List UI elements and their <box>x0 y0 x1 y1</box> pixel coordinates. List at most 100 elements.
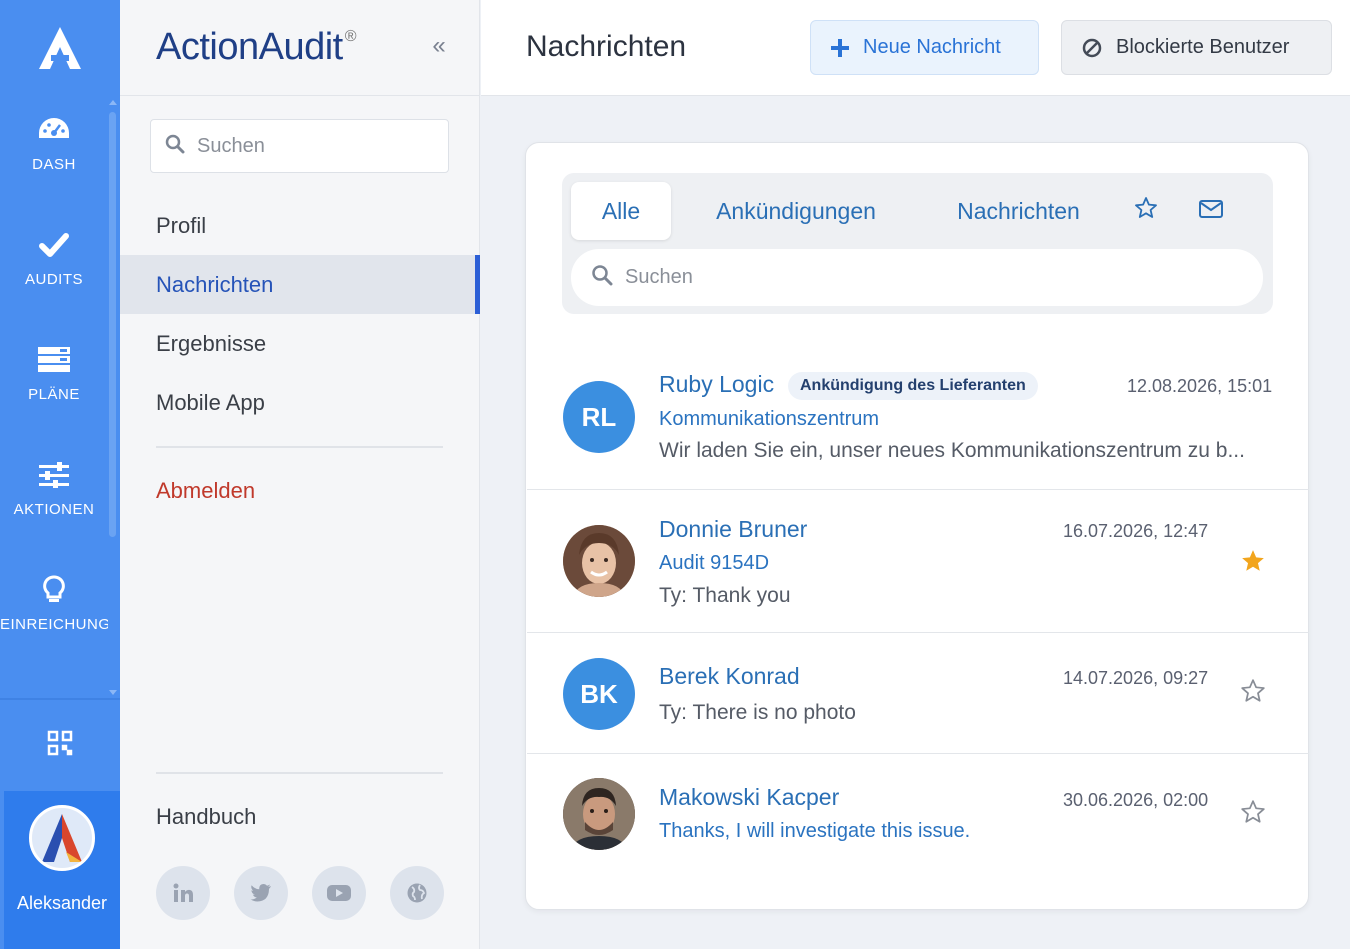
message-row[interactable]: Donnie Bruner 16.07.2026, 12:47 Audit 91… <box>527 490 1309 633</box>
rail-scrollbar[interactable] <box>107 100 119 695</box>
sidebar-nav: Profil Nachrichten Ergebnisse Mobile App <box>120 196 480 432</box>
avatar: BK <box>563 658 635 730</box>
message-sender: Ruby Logic <box>659 371 775 397</box>
sliders-icon <box>36 457 72 493</box>
rail-item-label: AKTIONEN <box>13 501 95 518</box>
message-preview: Wir laden Sie ein, unser neues Kommunika… <box>659 439 1245 462</box>
user-menu[interactable]: Aleksander <box>4 791 120 949</box>
blocked-users-label: Blockierte Benutzer <box>1116 36 1290 58</box>
rail-item-actions[interactable]: AKTIONEN <box>0 430 108 545</box>
sidebar-item-label: Profil <box>156 212 207 238</box>
icon-rail: DASH AUDITS PLÄNE AKTIONEN EINREICHUNG A… <box>0 0 120 949</box>
linkedin-icon[interactable] <box>156 866 210 920</box>
message-row[interactable]: BK Berek Konrad 14.07.2026, 09:27 Ty: Th… <box>527 633 1309 754</box>
message-tabs: Alle Ankündigungen Nachrichten <box>571 182 1246 240</box>
new-message-label: Neue Nachricht <box>863 36 1001 58</box>
rail-item-label: EINREICHUNG <box>0 616 108 633</box>
brand-mark: ® <box>344 28 357 45</box>
sidebar-item-label: Nachrichten <box>156 271 274 297</box>
tab-messages[interactable]: Nachrichten <box>921 182 1116 240</box>
rail-item-plans[interactable]: PLÄNE <box>0 315 108 430</box>
avatar <box>29 805 95 871</box>
message-row[interactable]: Makowski Kacper 30.06.2026, 02:00 Thanks… <box>527 754 1309 879</box>
sidebar-item-label: Mobile App <box>156 389 265 415</box>
lightbulb-icon <box>36 572 72 608</box>
rail-item-audits[interactable]: AUDITS <box>0 200 108 315</box>
sidebar-search-input[interactable] <box>197 134 427 158</box>
message-date: 12.08.2026, 15:01 <box>1127 376 1273 396</box>
star-button[interactable] <box>1240 799 1266 830</box>
search-icon <box>165 134 185 159</box>
search-icon <box>591 264 613 291</box>
tab-starred[interactable] <box>1116 182 1176 240</box>
sidebar-item-nachrichten[interactable]: Nachrichten <box>120 255 480 314</box>
star-outline-icon <box>1240 799 1266 830</box>
message-sender: Donnie Bruner <box>659 516 808 542</box>
message-subject: Thanks, I will investigate this issue. <box>659 820 971 842</box>
tab-unread[interactable] <box>1176 182 1246 240</box>
check-icon <box>36 227 72 263</box>
block-icon <box>1082 38 1102 58</box>
sidebar-item-label: Ergebnisse <box>156 330 267 356</box>
message-date: 16.07.2026, 12:47 <box>1063 521 1209 541</box>
scrollbar-thumb[interactable] <box>109 112 116 537</box>
message-subject: Audit 9154D <box>659 552 770 574</box>
rail-item-dash[interactable]: DASH <box>0 85 108 200</box>
scroll-down-icon[interactable] <box>109 690 117 695</box>
star-filled-icon[interactable] <box>1240 548 1266 574</box>
star-button[interactable] <box>1240 678 1266 709</box>
page-header: Nachrichten Neue Nachricht Blockierte Be… <box>481 0 1350 96</box>
brand-logo[interactable]: ActionAudit ® <box>156 26 357 69</box>
message-preview: Ty: Thank you <box>659 584 791 607</box>
qr-code-icon <box>47 730 73 761</box>
messages-card: Alle Ankündigungen Nachrichten RL Ruby <box>525 142 1309 910</box>
twitter-icon[interactable] <box>234 866 288 920</box>
plans-icon <box>36 342 72 378</box>
sidebar-divider <box>156 772 443 774</box>
page-title: Nachrichten <box>526 30 687 63</box>
tab-announcements[interactable]: Ankündigungen <box>671 182 921 240</box>
envelope-icon <box>1198 198 1224 225</box>
sidebar-item-profil[interactable]: Profil <box>120 196 480 255</box>
star-outline-icon <box>1134 196 1158 226</box>
message-sender: Berek Konrad <box>659 663 800 689</box>
scroll-up-icon[interactable] <box>109 100 117 105</box>
message-preview: Ty: There is no photo <box>659 701 856 724</box>
avatar <box>563 525 635 597</box>
brand-name: ActionAudit <box>156 26 343 68</box>
logout-link[interactable]: Abmelden <box>156 478 255 504</box>
secondary-sidebar: ActionAudit® « Profil Nachrichten Ergebn… <box>120 0 480 949</box>
dashboard-icon <box>36 112 72 148</box>
message-search-input[interactable] <box>625 266 1225 289</box>
qr-code-button[interactable] <box>0 700 120 790</box>
double-chevron-left-icon: « <box>432 32 446 59</box>
avatar: RL <box>563 381 635 453</box>
rail-item-label: DASH <box>32 156 76 173</box>
message-row[interactable]: RL Ruby Logic Ankündigung des Lieferante… <box>527 343 1309 490</box>
blocked-users-button[interactable]: Blockierte Benutzer <box>1061 20 1332 75</box>
youtube-icon[interactable] <box>312 866 366 920</box>
app-logo-icon[interactable] <box>0 0 120 95</box>
message-sender: Makowski Kacper <box>659 784 840 810</box>
message-date: 30.06.2026, 02:00 <box>1063 790 1209 810</box>
manual-link[interactable]: Handbuch <box>156 804 256 830</box>
message-date: 14.07.2026, 09:27 <box>1063 668 1209 688</box>
new-message-button[interactable]: Neue Nachricht <box>810 20 1039 75</box>
tab-all[interactable]: Alle <box>571 182 671 240</box>
rail-item-label: AUDITS <box>24 271 83 288</box>
sidebar-item-mobile-app[interactable]: Mobile App <box>120 373 480 432</box>
plus-icon <box>831 38 849 57</box>
rail-item-label: PLÄNE <box>28 386 80 403</box>
sidebar-item-ergebnisse[interactable]: Ergebnisse <box>120 314 480 373</box>
sidebar-search <box>150 119 449 173</box>
sidebar-divider <box>156 446 443 448</box>
collapse-sidebar-button[interactable]: « <box>426 34 452 60</box>
message-category-badge: Ankündigung des Lieferanten <box>788 372 1038 400</box>
rail-item-submission[interactable]: EINREICHUNG <box>0 545 108 660</box>
star-outline-icon <box>1240 678 1266 709</box>
message-filter-bar: Alle Ankündigungen Nachrichten <box>562 173 1273 314</box>
user-name: Aleksander <box>16 893 108 913</box>
globe-icon[interactable] <box>390 866 444 920</box>
sidebar-header: ActionAudit ® « <box>120 0 480 96</box>
avatar <box>563 778 635 850</box>
